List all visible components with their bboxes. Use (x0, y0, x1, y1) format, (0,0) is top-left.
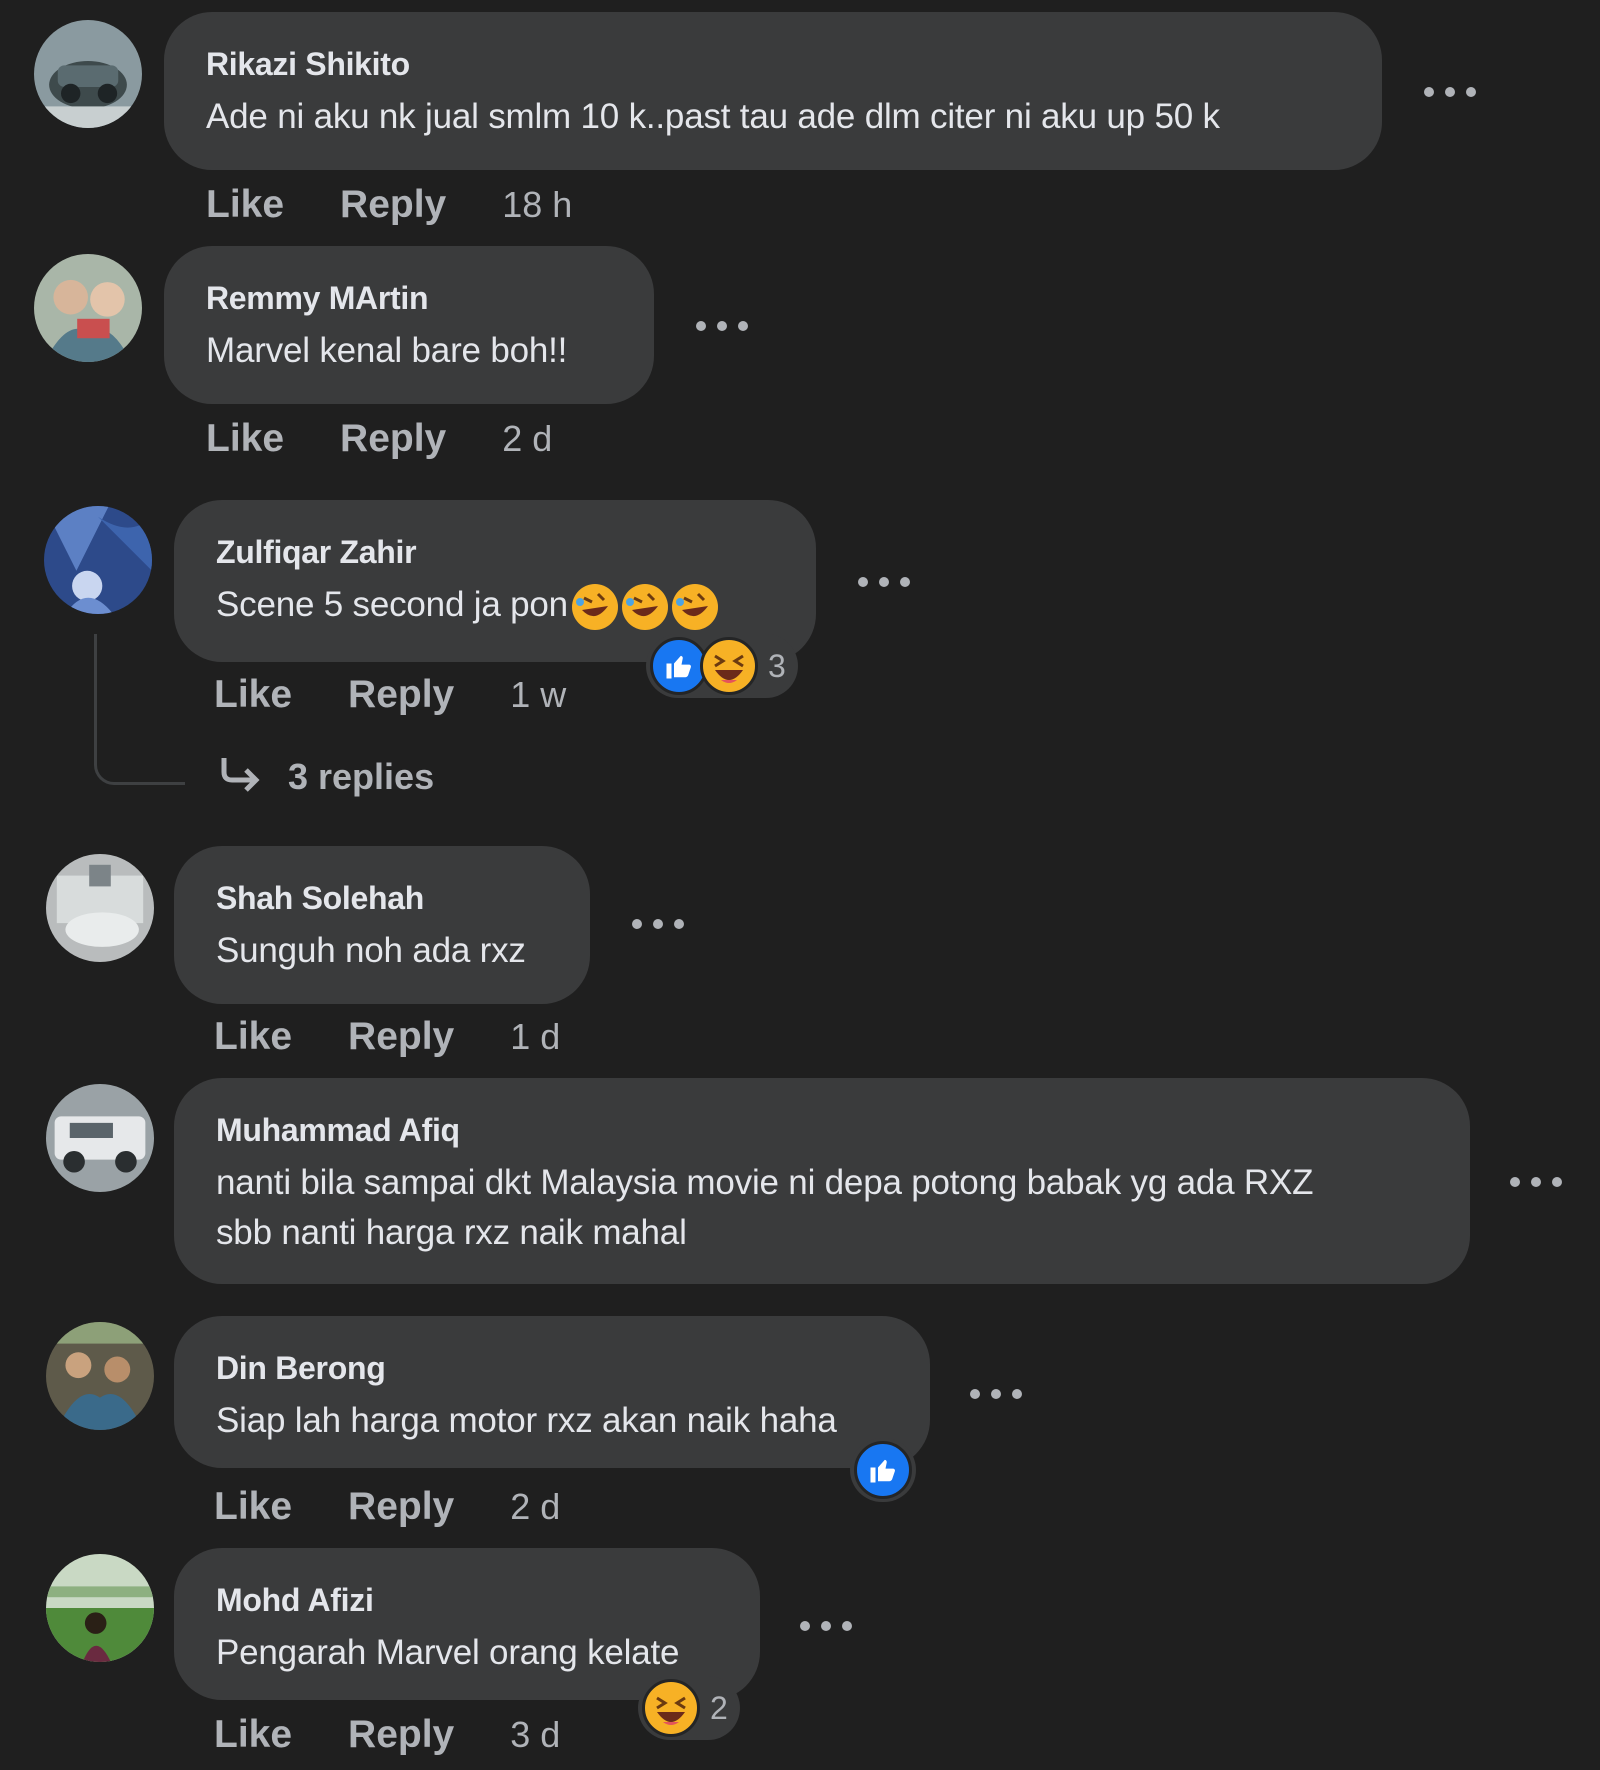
more-options-icon[interactable] (970, 1382, 1022, 1406)
comment-text-line: sbb nanti harga rxz naik mahal (216, 1213, 687, 1252)
comment-timestamp[interactable]: 1 d (510, 1016, 560, 1058)
comment-bubble: Rikazi Shikito Ade ni aku nk jual smlm 1… (164, 12, 1382, 170)
comment-actions: Like Reply 2 d (206, 414, 552, 464)
comment-actions: Like Reply 1 d (214, 1012, 560, 1062)
comment-bubble: Shah Solehah Sunguh noh ada rxz (174, 846, 590, 1004)
reaction-count: 2 (710, 1689, 728, 1726)
reaction-summary[interactable]: 3 (646, 634, 798, 698)
comment-text-content: Scene 5 second ja pon (216, 585, 568, 624)
comment-author[interactable]: Zulfiqar Zahir (216, 534, 774, 570)
like-button[interactable]: Like (206, 183, 284, 227)
comment-author[interactable]: Shah Solehah (216, 880, 548, 916)
avatar[interactable] (46, 1322, 154, 1430)
like-reaction-icon (854, 1441, 912, 1499)
reaction-summary[interactable] (850, 1438, 916, 1502)
rolling-laughing-emoji-icon (571, 583, 618, 630)
more-options-icon[interactable] (858, 570, 910, 594)
like-button[interactable]: Like (214, 1713, 292, 1757)
reply-button[interactable]: Reply (348, 1713, 454, 1757)
comment-actions: Like Reply 1 w (214, 670, 566, 720)
comment-author[interactable]: Muhammad Afiq (216, 1112, 1428, 1148)
comment-actions: Like Reply 18 h (206, 180, 572, 230)
comment-actions: Like Reply 3 d (214, 1710, 560, 1760)
reaction-count: 3 (768, 647, 786, 684)
comment-actions: Like Reply 2 d (214, 1482, 560, 1532)
reply-button[interactable]: Reply (348, 1485, 454, 1529)
comment-text: Marvel kenal bare boh!! (206, 331, 568, 370)
more-options-icon[interactable] (1510, 1170, 1562, 1194)
avatar[interactable] (46, 1554, 154, 1662)
reply-button[interactable]: Reply (348, 673, 454, 717)
rolling-laughing-emoji-icon (671, 583, 718, 630)
comment-author[interactable]: Remmy MArtin (206, 280, 612, 316)
comment-bubble: Remmy MArtin Marvel kenal bare boh!! (164, 246, 654, 404)
comment-author[interactable]: Rikazi Shikito (206, 46, 1340, 82)
haha-reaction-icon (642, 1679, 700, 1737)
comment-timestamp[interactable]: 2 d (510, 1486, 560, 1528)
avatar[interactable] (44, 506, 152, 614)
comment-timestamp[interactable]: 3 d (510, 1714, 560, 1756)
comment-text: Pengarah Marvel orang kelate (216, 1633, 680, 1672)
thread-connector (94, 634, 185, 785)
view-replies-link[interactable]: 3 replies (218, 754, 434, 799)
comment-author[interactable]: Din Berong (216, 1350, 888, 1386)
comment-bubble: Muhammad Afiq nanti bila sampai dkt Mala… (174, 1078, 1470, 1284)
avatar[interactable] (34, 20, 142, 128)
comment-timestamp[interactable]: 18 h (502, 184, 572, 226)
avatar[interactable] (34, 254, 142, 362)
more-options-icon[interactable] (1424, 80, 1476, 104)
comment-text: Siap lah harga motor rxz akan naik haha (216, 1401, 837, 1440)
reply-button[interactable]: Reply (348, 1015, 454, 1059)
like-button[interactable]: Like (214, 1485, 292, 1529)
comment-text: Scene 5 second ja pon (216, 580, 774, 630)
reply-button[interactable]: Reply (340, 417, 446, 461)
reply-arrow-icon (218, 754, 262, 799)
comment-bubble: Din Berong Siap lah harga motor rxz akan… (174, 1316, 930, 1468)
reaction-summary[interactable]: 2 (638, 1676, 740, 1740)
like-button[interactable]: Like (206, 417, 284, 461)
comment-text: Sunguh noh ada rxz (216, 931, 526, 970)
comment-timestamp[interactable]: 2 d (502, 418, 552, 460)
like-button[interactable]: Like (214, 673, 292, 717)
comment-timestamp[interactable]: 1 w (510, 674, 566, 716)
more-options-icon[interactable] (800, 1614, 852, 1638)
more-options-icon[interactable] (696, 314, 748, 338)
rolling-laughing-emoji-icon (621, 583, 668, 630)
like-button[interactable]: Like (214, 1015, 292, 1059)
avatar[interactable] (46, 854, 154, 962)
comment-text-line: nanti bila sampai dkt Malaysia movie ni … (216, 1163, 1314, 1202)
haha-reaction-icon (700, 637, 758, 695)
reply-button[interactable]: Reply (340, 183, 446, 227)
comment-text: Ade ni aku nk jual smlm 10 k..past tau a… (206, 97, 1220, 136)
comment-text: nanti bila sampai dkt Malaysia movie ni … (216, 1158, 1428, 1258)
more-options-icon[interactable] (632, 912, 684, 936)
comment-author[interactable]: Mohd Afizi (216, 1582, 718, 1618)
replies-count-label[interactable]: 3 replies (288, 756, 434, 798)
avatar[interactable] (46, 1084, 154, 1192)
